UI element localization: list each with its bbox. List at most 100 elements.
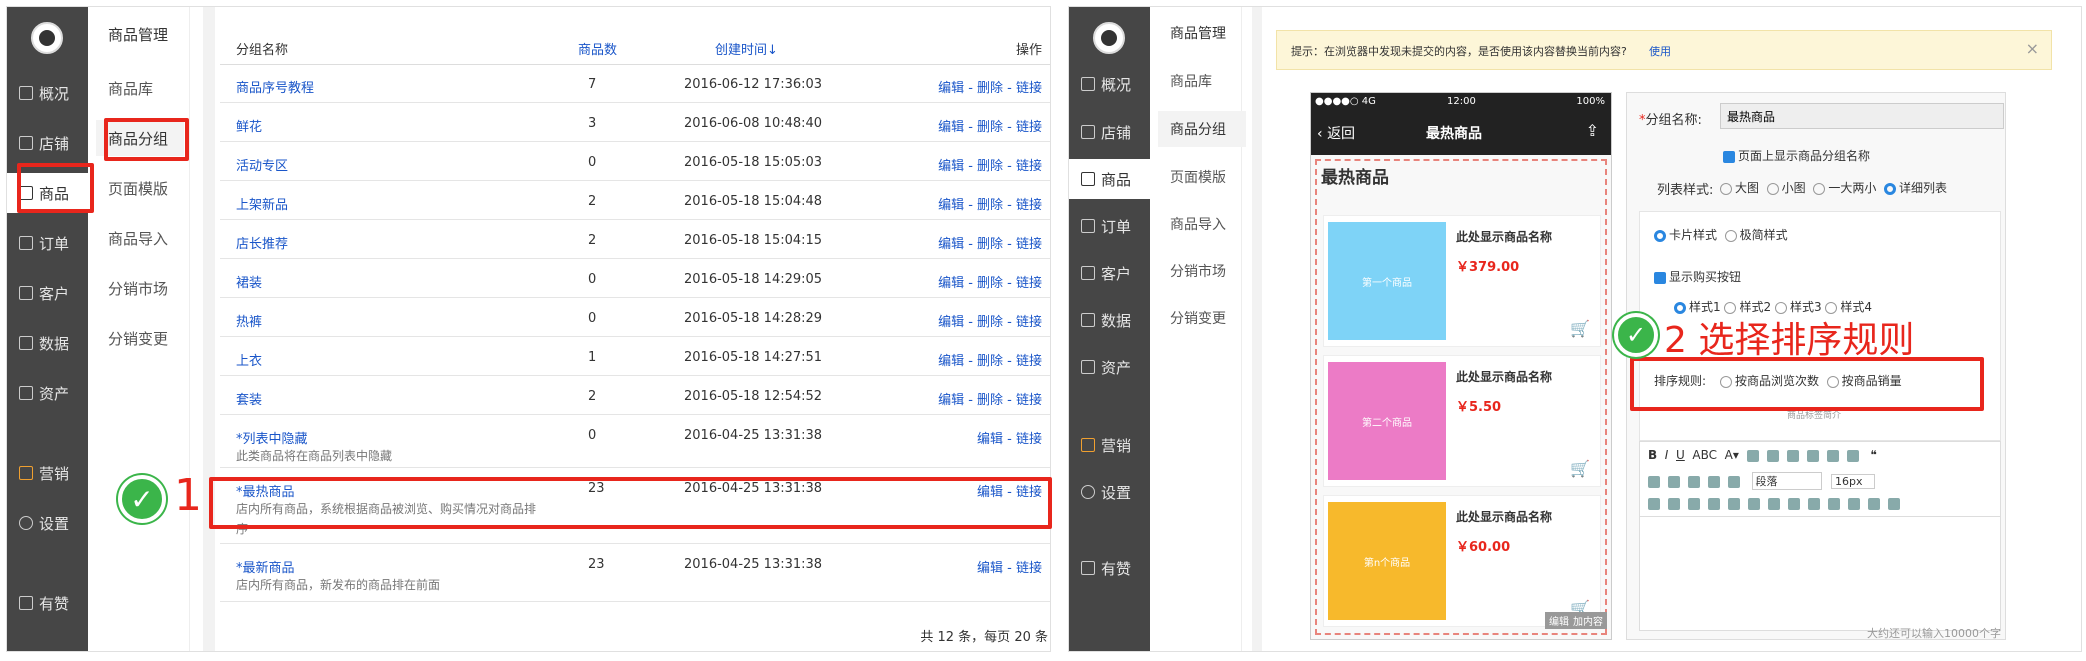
row-actions[interactable]: 编辑 - 删除 - 链接	[938, 389, 1042, 408]
group-name-link[interactable]: 店长推荐	[236, 233, 288, 252]
row-actions[interactable]: 编辑 - 删除 - 链接	[938, 272, 1042, 291]
sub-item-templates-2[interactable]: 页面模版	[1158, 159, 1246, 195]
group-name-link[interactable]: 套装	[236, 389, 262, 408]
user-icon	[19, 286, 33, 300]
nav-item-customers-2[interactable]: 客户	[1069, 253, 1150, 293]
list-style-radios[interactable]: 大图 小图 一大两小 详细列表	[1720, 179, 1947, 196]
product-card[interactable]: 第一个商品 此处显示商品名称 ￥379.00 🛒	[1323, 215, 1601, 347]
sub-sidebar: 商品管理 商品库 商品分组 页面模版 商品导入 分销市场 分销变更	[88, 7, 190, 651]
nav-item-orders[interactable]: 订单	[7, 223, 88, 263]
group-name-link[interactable]: 裙装	[236, 272, 262, 291]
row-actions[interactable]: 编辑 - 删除 - 链接	[938, 155, 1042, 174]
check-icon: ✓	[1614, 313, 1658, 357]
group-created: 2016-04-25 13:31:38	[684, 428, 823, 443]
add-content-button[interactable]: 加内容	[1569, 612, 1607, 629]
nav-item-overview[interactable]: 概况	[7, 73, 88, 113]
nav-item-settings[interactable]: 设置	[7, 503, 88, 543]
group-name-link[interactable]: 商品序号教程	[236, 77, 314, 96]
group-name-link[interactable]: 上衣	[236, 350, 262, 369]
product-price: ￥60.00	[1456, 540, 1511, 555]
cart-icon[interactable]: 🛒	[1570, 459, 1590, 478]
avatar-2[interactable]	[1093, 22, 1125, 54]
row-actions[interactable]: 编辑 - 链接	[977, 557, 1042, 576]
sub-item-changes-2[interactable]: 分销变更	[1158, 300, 1246, 336]
checkbox-icon	[1723, 150, 1735, 163]
nav-item-youzan[interactable]: 有赞	[7, 583, 88, 623]
row-actions[interactable]: 编辑 - 删除 - 链接	[938, 116, 1042, 135]
row-actions[interactable]: 编辑 - 删除 - 链接	[938, 233, 1042, 252]
chart-icon	[1081, 313, 1095, 327]
sub-item-import[interactable]: 商品导入	[96, 220, 184, 256]
format-select[interactable]: 段落	[1751, 472, 1822, 490]
nav-item-assets[interactable]: 资产	[7, 373, 88, 413]
nav-item-settings-2[interactable]: 设置	[1069, 472, 1150, 512]
table-header: 分组名称 商品数 创建时间↓ 操作	[220, 30, 1050, 65]
product-card[interactable]: 第n个商品 此处显示商品名称 ￥60.00 🛒	[1323, 495, 1601, 627]
group-name-link[interactable]: *最新商品	[236, 557, 295, 576]
chart-icon	[19, 336, 33, 350]
product-card[interactable]: 第二个商品 此处显示商品名称 ￥5.50 🛒	[1323, 355, 1601, 487]
group-desc: 店内所有商品，新发布的商品排在前面	[236, 578, 441, 592]
share-icon[interactable]: ⇪	[1586, 121, 1599, 140]
card-style-radios[interactable]: 卡片样式 极简样式	[1654, 226, 1788, 243]
sort-count[interactable]: 商品数	[578, 39, 617, 58]
overview-icon	[19, 86, 33, 100]
product-price: ￥379.00	[1456, 260, 1520, 275]
nav-item-orders-2[interactable]: 订单	[1069, 206, 1150, 246]
back-button[interactable]: ‹ 返回	[1317, 123, 1355, 143]
row-actions[interactable]: 编辑 - 链接	[977, 428, 1042, 447]
group-created: 2016-05-18 14:28:29	[684, 311, 823, 326]
group-name-link[interactable]: 上架新品	[236, 194, 288, 213]
sub-sidebar-header: 商品管理	[108, 25, 169, 44]
sub-item-market[interactable]: 分销市场	[96, 270, 184, 306]
cart-icon[interactable]: 🛒	[1570, 319, 1590, 338]
nav-item-overview-2[interactable]: 概况	[1069, 64, 1150, 104]
table-row: 鲜花 3 2016-06-08 10:48:40 编辑 - 删除 - 链接	[220, 103, 1050, 142]
table-row: 套装 2 2016-05-18 12:54:52 编辑 - 删除 - 链接	[220, 376, 1050, 415]
shop-icon	[1081, 125, 1095, 139]
font-size-select[interactable]: 16px	[1831, 474, 1875, 489]
highlight-goods	[17, 163, 94, 213]
group-name-link[interactable]: 鲜花	[236, 116, 262, 135]
nav-item-customers[interactable]: 客户	[7, 273, 88, 313]
nav-item-data-2[interactable]: 数据	[1069, 300, 1150, 340]
sub-item-library-2[interactable]: 商品库	[1158, 63, 1246, 99]
highlight-sort-rule	[1630, 357, 1984, 411]
table-row: *最新商品 店内所有商品，新发布的商品排在前面 23 2016-04-25 13:31…	[220, 544, 1050, 602]
show-name-checkbox[interactable]: 页面上显示商品分组名称	[1723, 147, 1870, 164]
editor-toolbar[interactable]: B I U ABC A▾ ❝	[1648, 448, 1877, 462]
sub-item-import-2[interactable]: 商品导入	[1158, 206, 1246, 242]
nav-item-shop[interactable]: 店铺	[7, 123, 88, 163]
nav-item-assets-2[interactable]: 资产	[1069, 347, 1150, 387]
group-name-link[interactable]: *列表中隐藏	[236, 428, 308, 447]
group-name-link[interactable]: 活动专区	[236, 155, 288, 174]
notice-bar: 提示：在浏览器中发现未提交的内容，是否使用该内容替换当前内容? 使用 ×	[1276, 30, 2052, 70]
sub-item-market-2[interactable]: 分销市场	[1158, 253, 1246, 289]
group-name-input[interactable]	[1720, 103, 2004, 129]
notice-use-link[interactable]: 使用	[1649, 43, 1671, 59]
sub-item-changes[interactable]: 分销变更	[96, 320, 184, 356]
nav-item-marketing-2[interactable]: 营销	[1069, 425, 1150, 465]
nav-item-youzan-2[interactable]: 有赞	[1069, 548, 1150, 588]
nav-item-marketing[interactable]: 营销	[7, 453, 88, 493]
nav-item-data[interactable]: 数据	[7, 323, 88, 363]
avatar[interactable]	[31, 22, 63, 54]
order-icon	[19, 236, 33, 250]
sub-item-library[interactable]: 商品库	[96, 70, 184, 106]
close-icon[interactable]: ×	[2026, 39, 2039, 58]
sub-item-templates[interactable]: 页面模版	[96, 170, 184, 206]
group-name-link[interactable]: 热裤	[236, 311, 262, 330]
row-actions[interactable]: 编辑 - 删除 - 链接	[938, 194, 1042, 213]
row-actions[interactable]: 编辑 - 删除 - 链接	[938, 350, 1042, 369]
row-actions[interactable]: 编辑 - 删除 - 链接	[938, 311, 1042, 330]
sub-item-groups-2[interactable]: 商品分组	[1158, 111, 1246, 147]
sort-created[interactable]: 创建时间↓	[715, 39, 778, 58]
group-created: 2016-05-18 15:04:15	[684, 233, 823, 248]
marketing-icon	[1081, 438, 1095, 452]
rich-text-editor[interactable]: B I U ABC A▾ ❝ 段落 16px	[1639, 441, 2001, 631]
nav-item-shop-2[interactable]: 店铺	[1069, 112, 1150, 152]
nav-item-goods-2[interactable]: 商品	[1069, 159, 1150, 199]
row-actions[interactable]: 编辑 - 删除 - 链接	[938, 77, 1042, 96]
show-buy-checkbox[interactable]: 显示购买按钮	[1654, 268, 1741, 285]
table-row: 商品序号教程 7 2016-06-12 17:36:03 编辑 - 删除 - 链接	[220, 64, 1050, 103]
